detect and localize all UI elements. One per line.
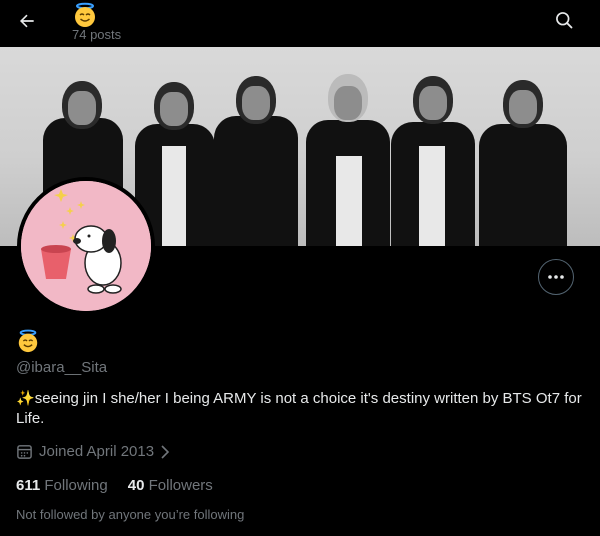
followers-link[interactable]: 40 Followers	[128, 477, 213, 494]
snoopy-avatar-icon	[21, 181, 151, 311]
profile-handle: @ibara__Sita	[16, 359, 108, 376]
joined-date[interactable]: Joined April 2013	[16, 443, 170, 460]
bio-text: seeing jin I she/her I being ARMY is not…	[16, 390, 582, 427]
banner-figure	[208, 68, 303, 246]
following-count: 611	[16, 477, 41, 494]
banner-figure	[300, 68, 395, 246]
followers-label: Followers	[148, 477, 213, 494]
profile-bio: ✨seeing jin I she/her I being ARMY is no…	[16, 389, 586, 429]
following-link[interactable]: 611 Following	[16, 477, 108, 494]
mutuals-note: Not followed by anyone you’re following	[16, 507, 245, 522]
chevron-right-icon	[161, 444, 170, 459]
back-arrow-icon	[19, 14, 34, 28]
back-button[interactable]	[12, 6, 42, 36]
top-bar: 74 posts	[0, 0, 600, 47]
followers-count: 40	[127, 477, 145, 494]
posts-count: 74 posts	[72, 27, 122, 42]
follow-stats: 611 Following 40 Followers	[16, 477, 213, 494]
banner-figure	[473, 72, 573, 246]
sparkles-emoji-icon: ✨	[16, 390, 35, 407]
following-label: Following	[44, 477, 108, 494]
halo-smile-emoji-icon	[75, 2, 95, 27]
more-options-button[interactable]	[538, 259, 574, 295]
more-dots-icon	[548, 275, 564, 279]
search-icon	[556, 12, 573, 29]
halo-smile-emoji-icon	[18, 329, 38, 353]
joined-label: Joined April 2013	[39, 443, 155, 460]
profile-avatar[interactable]	[17, 177, 155, 315]
calendar-icon	[17, 445, 32, 459]
search-button[interactable]	[550, 6, 578, 34]
banner-figure	[385, 70, 480, 246]
